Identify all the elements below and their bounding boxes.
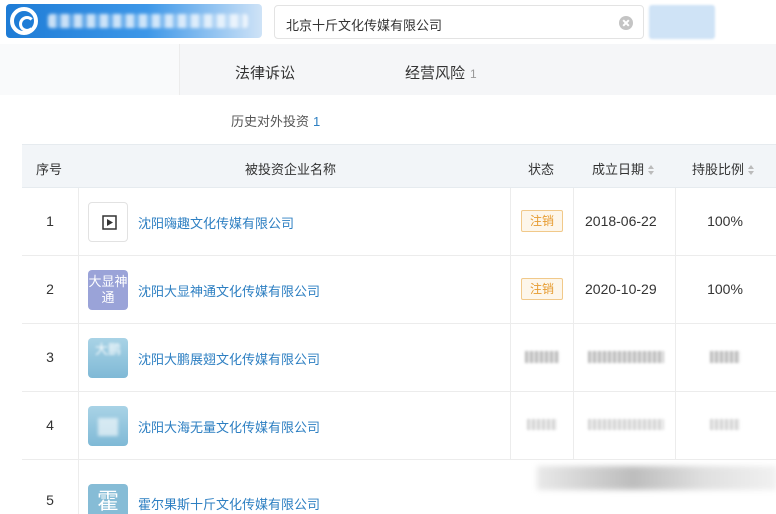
column-divider: [78, 392, 79, 459]
investment-table: 序号 被投资企业名称 状态 成立日期 持股比例 1 沈阳嗨趣文化传媒有限公司 注…: [22, 144, 776, 514]
search-box[interactable]: 北京十斤文化传媒有限公司: [274, 5, 644, 39]
column-divider: [573, 188, 574, 255]
search-button[interactable]: [649, 5, 715, 39]
company-link[interactable]: 沈阳大鹏展翅文化传媒有限公司: [138, 349, 320, 368]
founding-date: 2018-06-22: [585, 213, 657, 229]
table-row: 4 沈阳大海无量文化传媒有限公司: [22, 392, 776, 460]
date-redacted: [588, 419, 664, 430]
ratio-redacted: [710, 351, 740, 363]
table-row: 5 霍 霍尔果斯十斤文化传媒有限公司: [22, 460, 776, 514]
company-logo: [88, 406, 128, 446]
search-input[interactable]: 北京十斤文化传媒有限公司: [286, 15, 442, 34]
column-divider: [573, 256, 574, 323]
founding-date: 2020-10-29: [585, 281, 657, 297]
tab-bar: 法律诉讼 经营风险 1: [0, 44, 776, 95]
company-logo-text: 大鹏: [94, 342, 121, 357]
column-divider: [573, 392, 574, 459]
share-ratio: 100%: [707, 281, 743, 297]
tab-count-badge: 1: [470, 67, 477, 81]
column-divider: [510, 256, 511, 323]
section-title-text: 历史对外投资: [231, 114, 310, 129]
table-row: 3 大鹏 沈阳大鹏展翅文化传媒有限公司: [22, 324, 776, 392]
tab-legal[interactable]: 法律诉讼: [235, 62, 295, 83]
column-header-date[interactable]: 成立日期: [592, 159, 655, 178]
column-divider: [675, 324, 676, 391]
tab-business-risk[interactable]: 经营风险 1: [405, 62, 477, 83]
logo-mark-icon: [10, 7, 38, 35]
column-divider: [78, 460, 79, 514]
column-divider: [78, 256, 79, 323]
logo-blur-mark: [98, 418, 118, 436]
column-header-status: 状态: [528, 162, 555, 177]
share-ratio: 100%: [707, 213, 743, 229]
company-logo-text: 大显神通: [88, 274, 128, 305]
status-badge: 注销: [521, 278, 563, 300]
table-header: 序号 被投资企业名称 状态 成立日期 持股比例: [22, 144, 776, 188]
company-logo: 霍: [88, 484, 128, 514]
clear-icon[interactable]: [619, 16, 633, 30]
column-header-ratio[interactable]: 持股比例: [692, 159, 755, 178]
column-header-name: 被投资企业名称: [245, 162, 337, 177]
column-header-ratio-label: 持股比例: [692, 162, 745, 177]
company-logo-text: 霍: [96, 489, 119, 514]
tab-placeholder: [0, 44, 180, 95]
column-header-date-label: 成立日期: [592, 162, 645, 177]
company-link[interactable]: 沈阳大显神通文化传媒有限公司: [138, 281, 320, 300]
column-header-index: 序号: [36, 162, 63, 177]
row-index: 1: [46, 213, 54, 229]
section-count: 1: [313, 114, 321, 129]
column-divider: [510, 188, 511, 255]
redacted-block: [537, 466, 776, 490]
play-icon: [102, 215, 117, 230]
company-link[interactable]: 沈阳大海无量文化传媒有限公司: [138, 417, 320, 436]
row-index: 2: [46, 281, 54, 297]
date-redacted: [588, 351, 664, 363]
tab-label: 经营风险: [405, 65, 466, 82]
sort-icon[interactable]: [648, 165, 655, 175]
tab-label: 法律诉讼: [235, 65, 296, 82]
table-row: 1 沈阳嗨趣文化传媒有限公司 注销 2018-06-22 100%: [22, 188, 776, 256]
column-divider: [78, 324, 79, 391]
row-index: 4: [46, 417, 54, 433]
column-divider: [675, 392, 676, 459]
status-redacted: [527, 419, 557, 430]
site-logo[interactable]: [6, 4, 262, 38]
status-redacted: [525, 351, 559, 363]
company-logo: [88, 202, 128, 242]
table-row: 2 大显神通 沈阳大显神通文化传媒有限公司 注销 2020-10-29 100%: [22, 256, 776, 324]
column-divider: [510, 392, 511, 459]
sort-icon[interactable]: [748, 165, 755, 175]
row-index: 5: [46, 492, 54, 508]
column-divider: [573, 324, 574, 391]
company-link[interactable]: 沈阳嗨趣文化传媒有限公司: [138, 213, 294, 232]
status-badge: 注销: [521, 210, 563, 232]
column-divider: [78, 188, 79, 255]
ratio-redacted: [710, 419, 740, 430]
top-bar: 北京十斤文化传媒有限公司: [0, 0, 776, 44]
row-index: 3: [46, 349, 54, 365]
logo-wordmark-blurred: [48, 14, 248, 28]
company-logo: 大显神通: [88, 270, 128, 310]
company-logo: 大鹏: [88, 338, 128, 378]
section-title: 历史对外投资 1: [231, 111, 320, 130]
column-divider: [510, 324, 511, 391]
company-link[interactable]: 霍尔果斯十斤文化传媒有限公司: [138, 494, 320, 513]
